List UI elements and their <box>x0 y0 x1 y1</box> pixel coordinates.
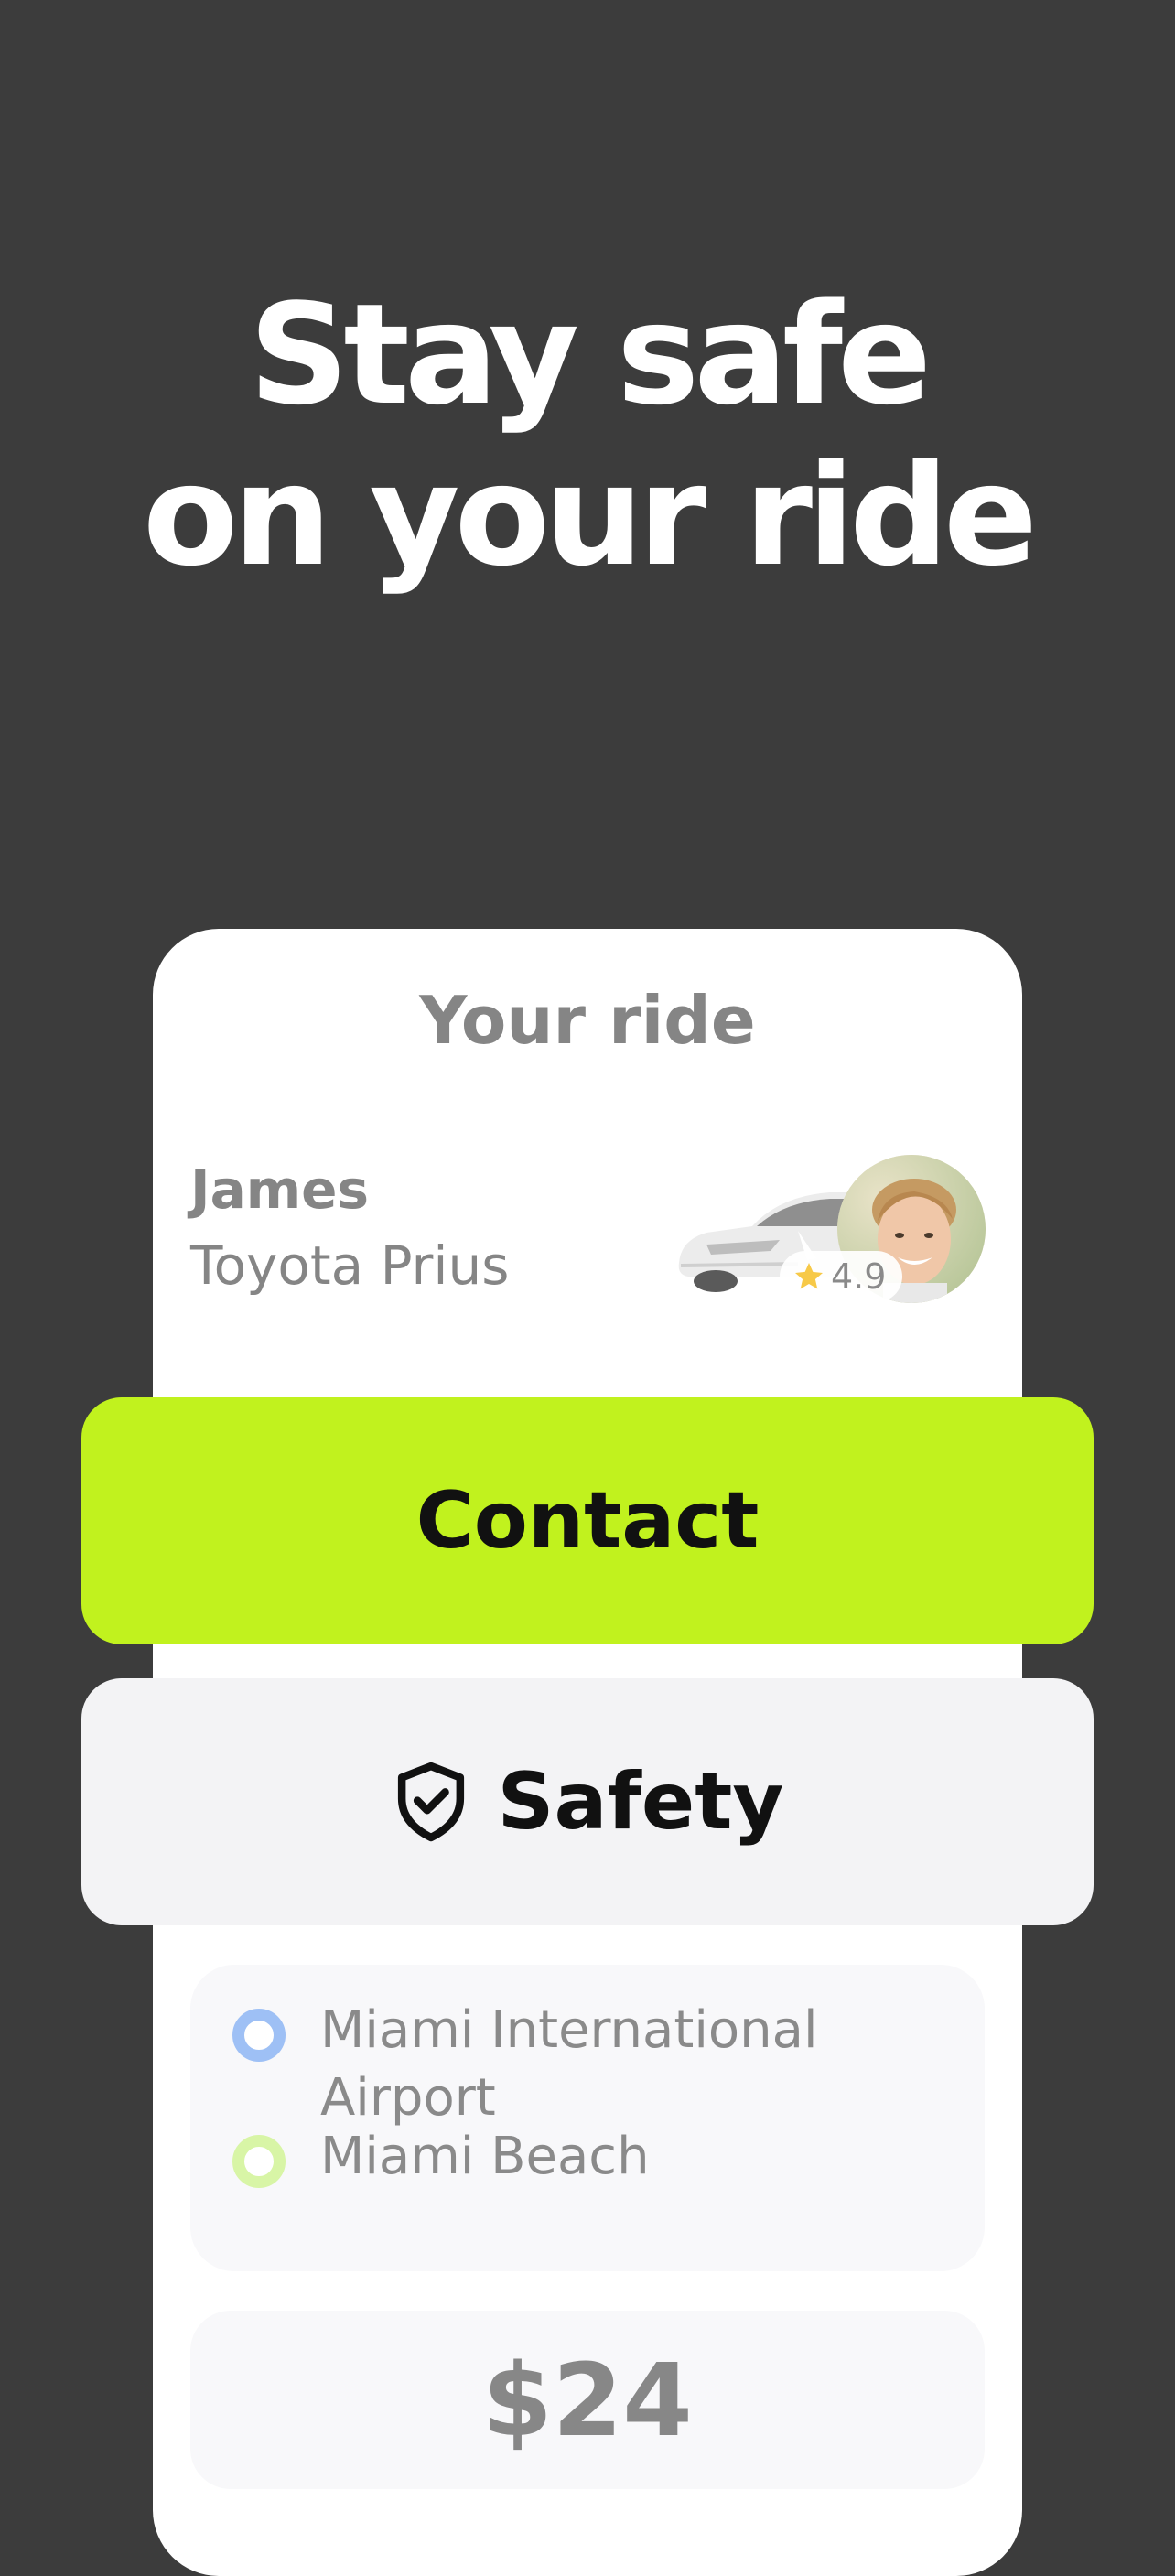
shield-check-icon <box>397 1762 464 1842</box>
driver-rating-badge: 4.9 <box>780 1251 903 1302</box>
ride-price: $24 <box>190 2311 985 2489</box>
contact-button[interactable]: Contact <box>81 1397 1094 1644</box>
dropoff-dot-icon <box>232 2135 286 2188</box>
dropoff-location: Miami Beach <box>320 2127 650 2186</box>
contact-button-label: Contact <box>415 1475 760 1567</box>
pickup-stop: Miami International Airport <box>232 1997 915 2132</box>
ride-card-title: Your ride <box>419 982 756 1059</box>
headline-line-2: on your ride <box>142 435 1038 597</box>
safety-button[interactable]: Safety <box>81 1678 1094 1925</box>
car-model: Toyota Prius <box>190 1234 510 1297</box>
safety-button-label: Safety <box>497 1756 784 1848</box>
pickup-location: Miami International Airport <box>320 2000 818 2128</box>
headline-line-1: Stay safe <box>248 274 932 436</box>
driver-name: James <box>190 1159 370 1221</box>
dropoff-stop: Miami Beach <box>232 2123 915 2191</box>
rating-value: 4.9 <box>831 1256 887 1297</box>
headline: Stay safe on your ride <box>0 275 1175 597</box>
route-panel: Miami International Airport Miami Beach <box>190 1965 985 2271</box>
star-icon <box>795 1263 823 1289</box>
pickup-dot-icon <box>232 2009 286 2062</box>
